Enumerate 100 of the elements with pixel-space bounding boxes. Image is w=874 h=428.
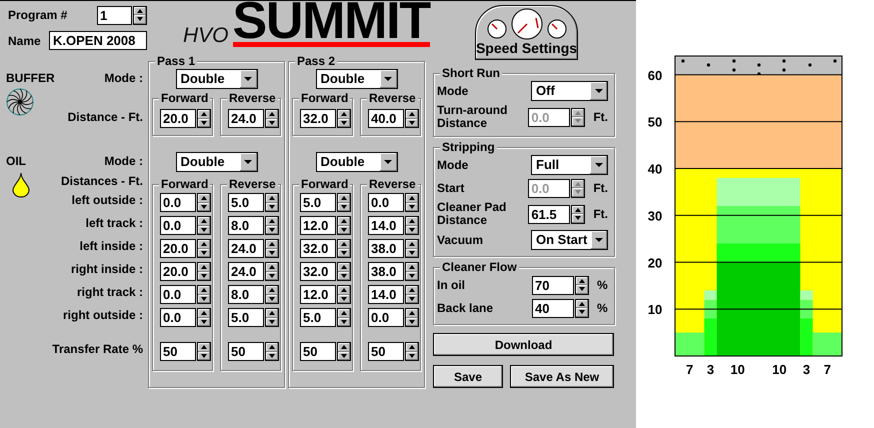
spin-buttons[interactable] xyxy=(337,109,351,128)
number-field[interactable]: 14.0 xyxy=(368,285,404,304)
spin-buttons[interactable] xyxy=(197,193,211,212)
number-field[interactable]: 38.0 xyxy=(368,239,404,258)
spin-buttons[interactable] xyxy=(337,308,351,327)
number-field[interactable]: 32.0 xyxy=(300,239,336,258)
spin-buttons[interactable] xyxy=(265,262,279,281)
spin-buttons[interactable] xyxy=(571,204,586,224)
dropdown[interactable]: Double xyxy=(176,152,258,172)
spin-buttons[interactable] xyxy=(197,262,211,281)
spin-buttons[interactable] xyxy=(337,342,351,361)
number-field[interactable]: 20.0 xyxy=(160,239,196,258)
number-field[interactable]: 50 xyxy=(300,342,336,361)
download-button[interactable]: Download xyxy=(433,333,614,356)
number-field[interactable]: 5.0 xyxy=(300,308,336,327)
number-field[interactable]: 50 xyxy=(160,342,196,361)
save-button[interactable]: Save xyxy=(433,365,503,388)
down-arrow-icon xyxy=(341,250,347,255)
number-field[interactable]: 24.0 xyxy=(228,109,264,128)
dropdown[interactable]: Double xyxy=(316,152,398,172)
unit-label: Ft. xyxy=(593,206,608,223)
spin-buttons[interactable] xyxy=(405,109,419,128)
number-field[interactable]: 8.0 xyxy=(228,285,264,304)
unit-label: Ft. xyxy=(593,109,608,126)
spin-buttons[interactable] xyxy=(337,216,351,235)
down-arrow-icon xyxy=(409,120,415,125)
number-field[interactable]: 5.0 xyxy=(228,308,264,327)
spin-buttons[interactable] xyxy=(197,308,211,327)
caret-icon xyxy=(384,77,392,81)
spin-buttons[interactable] xyxy=(405,239,419,258)
number-field[interactable]: 8.0 xyxy=(228,216,264,235)
spin-buttons[interactable] xyxy=(337,285,351,304)
spin-buttons[interactable] xyxy=(197,216,211,235)
spin-buttons[interactable] xyxy=(337,239,351,258)
dropdown[interactable]: On Start xyxy=(531,230,608,250)
save-as-new-button[interactable]: Save As New xyxy=(510,365,614,388)
number-field[interactable]: 24.0 xyxy=(228,262,264,281)
number-field[interactable]: 0.0 xyxy=(368,193,404,212)
caret-icon xyxy=(594,89,602,93)
spin-buttons[interactable] xyxy=(575,298,589,318)
spin-buttons[interactable] xyxy=(405,193,419,212)
spin-buttons[interactable] xyxy=(405,285,419,304)
spin-buttons[interactable] xyxy=(197,239,211,258)
number-field[interactable]: 70 xyxy=(532,276,574,294)
spin-buttons[interactable] xyxy=(265,109,279,128)
number-field[interactable]: 0.0 xyxy=(160,193,196,212)
group-title: Forward xyxy=(299,91,350,105)
spin-buttons[interactable] xyxy=(405,216,419,235)
number-field[interactable]: 50 xyxy=(368,342,404,361)
number-field[interactable]: 20.0 xyxy=(160,262,196,281)
spin-buttons[interactable] xyxy=(265,285,279,304)
spin-buttons[interactable] xyxy=(575,276,589,294)
down-arrow-icon xyxy=(201,296,207,301)
dropdown[interactable]: Double xyxy=(316,69,398,89)
spin-buttons[interactable] xyxy=(405,308,419,327)
spin-buttons[interactable] xyxy=(337,193,351,212)
number-field[interactable]: 1 xyxy=(97,6,132,24)
unit-label: Ft. xyxy=(593,180,608,197)
number-field[interactable]: 12.0 xyxy=(300,285,336,304)
number-field[interactable]: 40 xyxy=(532,298,574,318)
number-field[interactable]: 0.0 xyxy=(160,285,196,304)
spin-buttons[interactable] xyxy=(265,193,279,212)
fan-icon xyxy=(6,88,34,116)
dropdown[interactable]: Double xyxy=(176,69,258,89)
down-arrow-icon xyxy=(201,204,207,209)
number-field[interactable]: 50 xyxy=(228,342,264,361)
spin-buttons[interactable] xyxy=(133,6,147,24)
spin-buttons[interactable] xyxy=(197,285,211,304)
spin-buttons[interactable] xyxy=(337,262,351,281)
number-field[interactable]: 38.0 xyxy=(368,262,404,281)
number-field[interactable]: 0.0 xyxy=(160,216,196,235)
spin-buttons[interactable] xyxy=(197,109,211,128)
number-field[interactable]: 32.0 xyxy=(300,109,336,128)
text-field[interactable]: K.OPEN 2008 xyxy=(49,31,147,50)
field-label: Vacuum xyxy=(437,234,484,246)
number-field[interactable]: 24.0 xyxy=(228,239,264,258)
speed-settings-button[interactable]: Speed Settings xyxy=(475,5,578,60)
number-field[interactable]: 12.0 xyxy=(300,216,336,235)
number-field[interactable]: 61.5 xyxy=(528,204,570,224)
number-field[interactable]: 14.0 xyxy=(368,216,404,235)
caret-icon xyxy=(244,160,252,164)
number-field[interactable]: 32.0 xyxy=(300,262,336,281)
spin-buttons[interactable] xyxy=(265,216,279,235)
spin-buttons[interactable] xyxy=(571,178,586,198)
spin-buttons[interactable] xyxy=(265,308,279,327)
number-field[interactable]: 20.0 xyxy=(160,109,196,128)
spin-buttons[interactable] xyxy=(197,342,211,361)
number-field[interactable]: 5.0 xyxy=(228,193,264,212)
number-field[interactable]: 40.0 xyxy=(368,109,404,128)
spin-buttons[interactable] xyxy=(405,262,419,281)
number-field[interactable]: 0.0 xyxy=(160,308,196,327)
dropdown[interactable]: Full xyxy=(531,155,608,175)
dropdown[interactable]: Off xyxy=(531,81,608,101)
number-field[interactable]: 5.0 xyxy=(300,193,336,212)
spin-buttons[interactable] xyxy=(265,342,279,361)
spin-buttons[interactable] xyxy=(405,342,419,361)
field-label: Name xyxy=(8,32,42,50)
number-field[interactable]: 0.0 xyxy=(368,308,404,327)
spin-buttons[interactable] xyxy=(265,239,279,258)
spin-buttons[interactable] xyxy=(571,108,586,126)
